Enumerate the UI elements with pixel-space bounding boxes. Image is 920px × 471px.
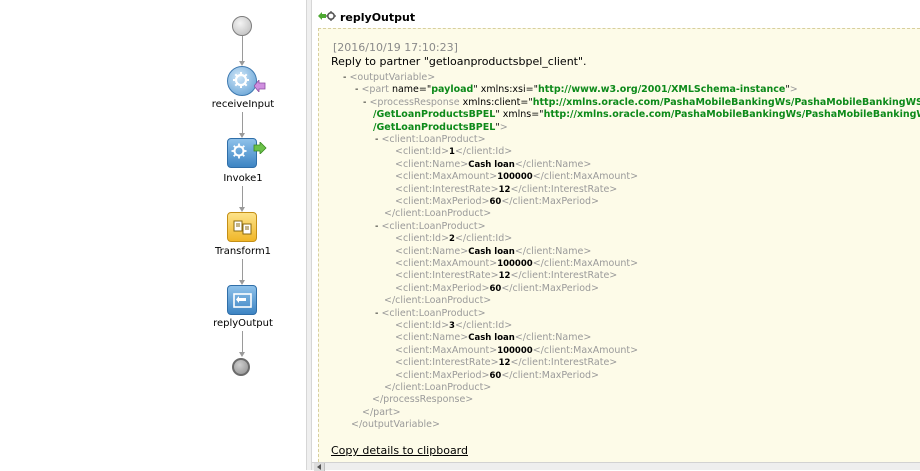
xml-field-name: <client:Name>Cash loan</client:Name> [395, 332, 592, 344]
xml-field-id: <client:Id>3</client:Id> [395, 320, 513, 331]
xml-node-loanproduct-close: </client:LoanProduct> [384, 208, 492, 220]
horizontal-scrollbar[interactable] [312, 462, 920, 471]
transform-icon[interactable] [227, 212, 257, 242]
xml-node-processresponse: - <processResponse xmlns:client="http://… [363, 96, 920, 108]
xml-field-maxperiod: <client:MaxPeriod>60</client:MaxPeriod> [395, 196, 600, 207]
copy-details-link[interactable]: Copy details to clipboard [331, 444, 468, 457]
xml-attr-continuation: /GetLoanProductsBPEL" xmlns="http://xmln… [373, 109, 920, 121]
start-node-icon[interactable] [232, 16, 252, 36]
collapse-toggle[interactable]: - [375, 134, 378, 145]
reply-icon[interactable] [227, 285, 257, 315]
flow-connector [242, 112, 243, 134]
xml-field-name: <client:Name>Cash loan</client:Name> [395, 245, 592, 257]
xml-node-loanproduct: - <client:LoanProduct> [375, 307, 486, 319]
bpel-flow-diagram: receiveInput Invoke1 Transform1 replyOut… [0, 0, 306, 470]
activity-label-receiveinput[interactable]: receiveInput [193, 99, 293, 110]
xml-field-maxperiod: <client:MaxPeriod>60</client:MaxPeriod> [395, 369, 600, 381]
xml-node-processresponse-close: </processResponse> [372, 394, 474, 406]
event-timestamp: [2016/10/19 17:10:23] [333, 41, 458, 54]
xml-field-interestrate: <client:InterestRate>12</client:Interest… [395, 270, 618, 282]
flow-connector [242, 259, 243, 281]
detail-content: [2016/10/19 17:10:23] Reply to partner "… [318, 28, 920, 462]
activity-label-invoke1[interactable]: Invoke1 [193, 173, 293, 184]
xml-field-interestrate: <client:InterestRate>12</client:Interest… [395, 357, 618, 369]
xml-node-outputvariable: - <outputVariable> [343, 72, 436, 83]
xml-node-loanproduct: - <client:LoanProduct> [375, 220, 486, 232]
flow-connector [242, 186, 243, 208]
collapse-toggle[interactable]: - [355, 84, 358, 95]
xml-field-maxamount: <client:MaxAmount>100000</client:MaxAmou… [395, 258, 639, 269]
collapse-toggle[interactable]: - [375, 221, 378, 232]
flow-connector [242, 36, 243, 62]
collapse-toggle[interactable]: - [363, 97, 366, 108]
outbound-arrow-icon [253, 142, 267, 154]
xml-node-loanproduct-close: </client:LoanProduct> [384, 382, 492, 393]
receive-gear-icon[interactable] [227, 66, 257, 96]
detail-title: replyOutput [340, 10, 416, 24]
xml-node-outputvariable-close: </outputVariable> [351, 419, 440, 431]
activity-label-replyoutput[interactable]: replyOutput [193, 318, 293, 329]
xml-field-id: <client:Id>2</client:Id> [395, 233, 513, 245]
inbound-arrow-icon [254, 80, 266, 92]
collapse-toggle[interactable]: - [375, 308, 378, 319]
reply-activity-icon [318, 10, 336, 25]
connector-arrow-icon [239, 352, 245, 357]
reply-message: Reply to partner "getloanproductsbpel_cl… [331, 55, 587, 68]
collapse-toggle[interactable]: - [343, 72, 346, 83]
activity-label-transform1[interactable]: Transform1 [193, 246, 293, 257]
xml-field-maxperiod: <client:MaxPeriod>60</client:MaxPeriod> [395, 282, 600, 294]
xml-node-part: - <part name="payload" xmlns:xsi="http:/… [355, 84, 798, 96]
xml-attr-continuation: /GetLoanProductsBPEL"> [373, 121, 508, 133]
xml-field-interestrate: <client:InterestRate>12</client:Interest… [395, 183, 618, 195]
xml-field-maxamount: <client:MaxAmount>100000</client:MaxAmou… [395, 171, 639, 183]
xml-node-part-close: </part> [362, 406, 401, 418]
xml-node-loanproduct-close: </client:LoanProduct> [384, 295, 492, 307]
xml-node-loanproduct: - <client:LoanProduct> [375, 134, 486, 145]
end-node-icon[interactable] [232, 358, 250, 376]
detail-header: replyOutput [318, 8, 415, 26]
xml-field-maxamount: <client:MaxAmount>100000</client:MaxAmou… [395, 344, 639, 356]
pane-splitter[interactable] [306, 0, 312, 470]
xml-field-name: <client:Name>Cash loan</client:Name> [395, 158, 592, 170]
xml-field-id: <client:Id>1</client:Id> [395, 146, 513, 158]
flow-connector [242, 331, 243, 353]
